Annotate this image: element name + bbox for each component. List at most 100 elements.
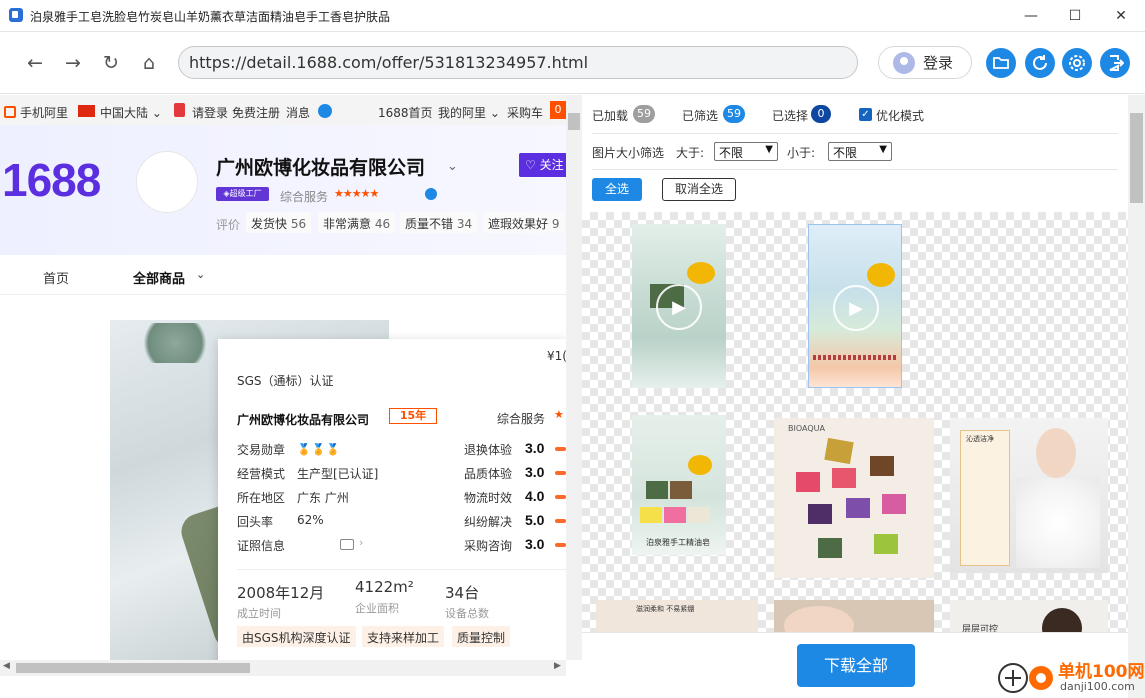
medal-icons: 🏅🏅🏅 bbox=[297, 443, 342, 456]
login-link[interactable]: 请登录 bbox=[192, 104, 228, 121]
watermark-url: danji100.com bbox=[1060, 680, 1135, 693]
close-button[interactable]: ✕ bbox=[1098, 0, 1144, 32]
folder-icon bbox=[993, 57, 1009, 69]
chevron-down-icon: ▼ bbox=[879, 144, 887, 155]
cart-link[interactable]: 采购车 bbox=[507, 104, 543, 121]
minimize-button[interactable]: — bbox=[1008, 0, 1054, 32]
score-bar bbox=[555, 471, 566, 475]
scroll-right-icon[interactable]: ▶ bbox=[554, 661, 561, 671]
eval-tag: 发货快 56 bbox=[246, 212, 312, 233]
divider bbox=[592, 169, 1118, 170]
image-thumbnail[interactable] bbox=[774, 600, 934, 632]
back-button[interactable]: ← bbox=[22, 50, 48, 76]
scrollbar-thumb[interactable] bbox=[16, 663, 250, 673]
follow-button[interactable]: ♡ 关注 bbox=[519, 153, 566, 177]
settings-button[interactable] bbox=[1062, 48, 1092, 78]
image-thumbnail[interactable]: ▶ bbox=[632, 224, 726, 388]
chevron-down-icon[interactable]: ⌄ bbox=[196, 268, 205, 281]
thumbnail-detail bbox=[1016, 478, 1100, 568]
play-icon: ▶ bbox=[833, 285, 879, 331]
loaded-count-badge: 59 bbox=[633, 105, 655, 123]
thumbnail-detail bbox=[874, 534, 898, 554]
folder-button[interactable] bbox=[986, 48, 1016, 78]
region-select[interactable]: 中国大陆 ⌄ bbox=[100, 104, 162, 121]
image-thumbnail[interactable]: BIOAQUA bbox=[774, 418, 934, 578]
filtered-label: 已筛选 bbox=[682, 109, 719, 123]
shop-nav bbox=[0, 255, 566, 295]
select-all-button[interactable]: 全选 bbox=[592, 178, 642, 201]
thumbnail-detail bbox=[960, 430, 1010, 566]
score-value: 3.0 bbox=[525, 536, 545, 552]
cart-count-badge: 0 bbox=[550, 101, 566, 119]
register-link[interactable]: 免费注册 bbox=[232, 104, 280, 121]
login-button[interactable]: 登录 bbox=[878, 46, 972, 79]
status-area bbox=[0, 676, 582, 698]
chat-icon[interactable] bbox=[318, 104, 332, 118]
stat-value: 34台 bbox=[445, 584, 480, 602]
nav-home[interactable]: 首页 bbox=[43, 268, 69, 287]
capability-tag: 质量控制 bbox=[452, 626, 511, 647]
chevron-down-icon[interactable]: ⌄ bbox=[447, 159, 458, 174]
deselect-all-button[interactable]: 取消全选 bbox=[662, 178, 736, 201]
score-label: 品质体验 bbox=[464, 467, 513, 481]
my-ali-link[interactable]: 我的阿里 ⌄ bbox=[438, 104, 500, 121]
maximize-button[interactable]: ☐ bbox=[1052, 0, 1098, 32]
image-thumbnail[interactable]: 层层可控 bbox=[950, 600, 1108, 632]
image-thumbnail[interactable]: 滋润柔和 不易紧绷 bbox=[596, 600, 758, 632]
scroll-left-icon[interactable]: ◀ bbox=[3, 661, 10, 671]
optimize-checkbox[interactable]: ✓ bbox=[859, 108, 872, 121]
home-link[interactable]: 1688首页 bbox=[378, 104, 433, 121]
license-icon[interactable] bbox=[340, 539, 354, 550]
vertical-scrollbar[interactable] bbox=[566, 95, 582, 660]
thumbnail-detail bbox=[664, 507, 686, 523]
score-label: 纠纷解决 bbox=[464, 515, 513, 529]
thumbnail-detail bbox=[824, 437, 854, 465]
star-icon: ★ bbox=[554, 408, 564, 421]
thumbnail-detail bbox=[867, 263, 895, 287]
web-view: 手机阿里 中国大陆 ⌄ 请登录 免费注册 消息 1688首页 我的阿里 ⌄ 采购… bbox=[0, 95, 566, 660]
messages-link[interactable]: 消息 bbox=[286, 104, 310, 121]
stat-value: 2008年12月 bbox=[237, 584, 325, 602]
scrollbar-thumb[interactable] bbox=[1130, 113, 1143, 203]
eval-tag: 遮瑕效果好 9 bbox=[483, 212, 565, 233]
window-title: 泊泉雅手工皂洗脸皂竹炭皂山羊奶薰衣草洁面精油皂手工香皂护肤品 bbox=[30, 10, 391, 24]
popup-service-label: 综合服务 bbox=[497, 412, 546, 426]
max-size-select[interactable]: 不限 ▼ bbox=[828, 142, 892, 161]
shop-logo bbox=[136, 151, 198, 213]
popup-company-name[interactable]: 广州欧博化妆品有限公司 bbox=[237, 411, 369, 428]
greater-than-label: 大于: bbox=[676, 146, 705, 160]
stat-value: 4122m² bbox=[355, 578, 414, 596]
logo-1688[interactable]: 1688 bbox=[2, 153, 101, 207]
thumbnail-detail bbox=[687, 262, 715, 284]
thumbnail-detail bbox=[818, 538, 842, 558]
reload-button[interactable]: ↻ bbox=[98, 50, 124, 76]
product-image-detail bbox=[135, 323, 215, 363]
company-name[interactable]: 广州欧博化妆品有限公司 bbox=[216, 153, 425, 180]
download-all-button[interactable]: 下载全部 bbox=[797, 644, 915, 687]
nav-all-products[interactable]: 全部商品 bbox=[133, 268, 185, 287]
image-thumbnail[interactable]: 泊泉雅手工精油皂 bbox=[632, 415, 726, 555]
exit-button[interactable] bbox=[1100, 48, 1130, 78]
min-size-select[interactable]: 不限 ▼ bbox=[714, 142, 778, 161]
mobile-link[interactable]: 手机阿里 bbox=[20, 104, 68, 121]
optimize-label[interactable]: 优化模式 bbox=[876, 107, 924, 124]
image-thumbnail[interactable]: ▶ bbox=[808, 224, 902, 388]
user-icon bbox=[174, 103, 185, 117]
image-thumbnail[interactable]: 沁透洁净 bbox=[950, 418, 1108, 573]
home-button[interactable]: ⌂ bbox=[136, 50, 162, 76]
thumbnail-detail bbox=[670, 481, 692, 499]
stat-caption: 企业面积 bbox=[355, 602, 399, 615]
score-value: 3.0 bbox=[525, 440, 545, 456]
thumbnail-caption: BIOAQUA bbox=[788, 424, 825, 433]
stat-caption: 设备总数 bbox=[445, 607, 489, 620]
url-input[interactable]: https://detail.1688.com/offer/5318132349… bbox=[178, 46, 858, 79]
forward-button[interactable]: → bbox=[60, 50, 86, 76]
watermark-name: 单机100网 bbox=[1058, 662, 1145, 682]
popup-label: 交易勋章 bbox=[237, 443, 286, 457]
years-badge: 15年 bbox=[389, 408, 437, 424]
eval-tag: 质量不错 34 bbox=[400, 212, 478, 233]
chevron-right-icon[interactable]: › bbox=[359, 536, 363, 549]
sync-button[interactable] bbox=[1025, 48, 1055, 78]
thumbnail-detail bbox=[870, 456, 894, 476]
scrollbar-thumb[interactable] bbox=[568, 113, 580, 130]
